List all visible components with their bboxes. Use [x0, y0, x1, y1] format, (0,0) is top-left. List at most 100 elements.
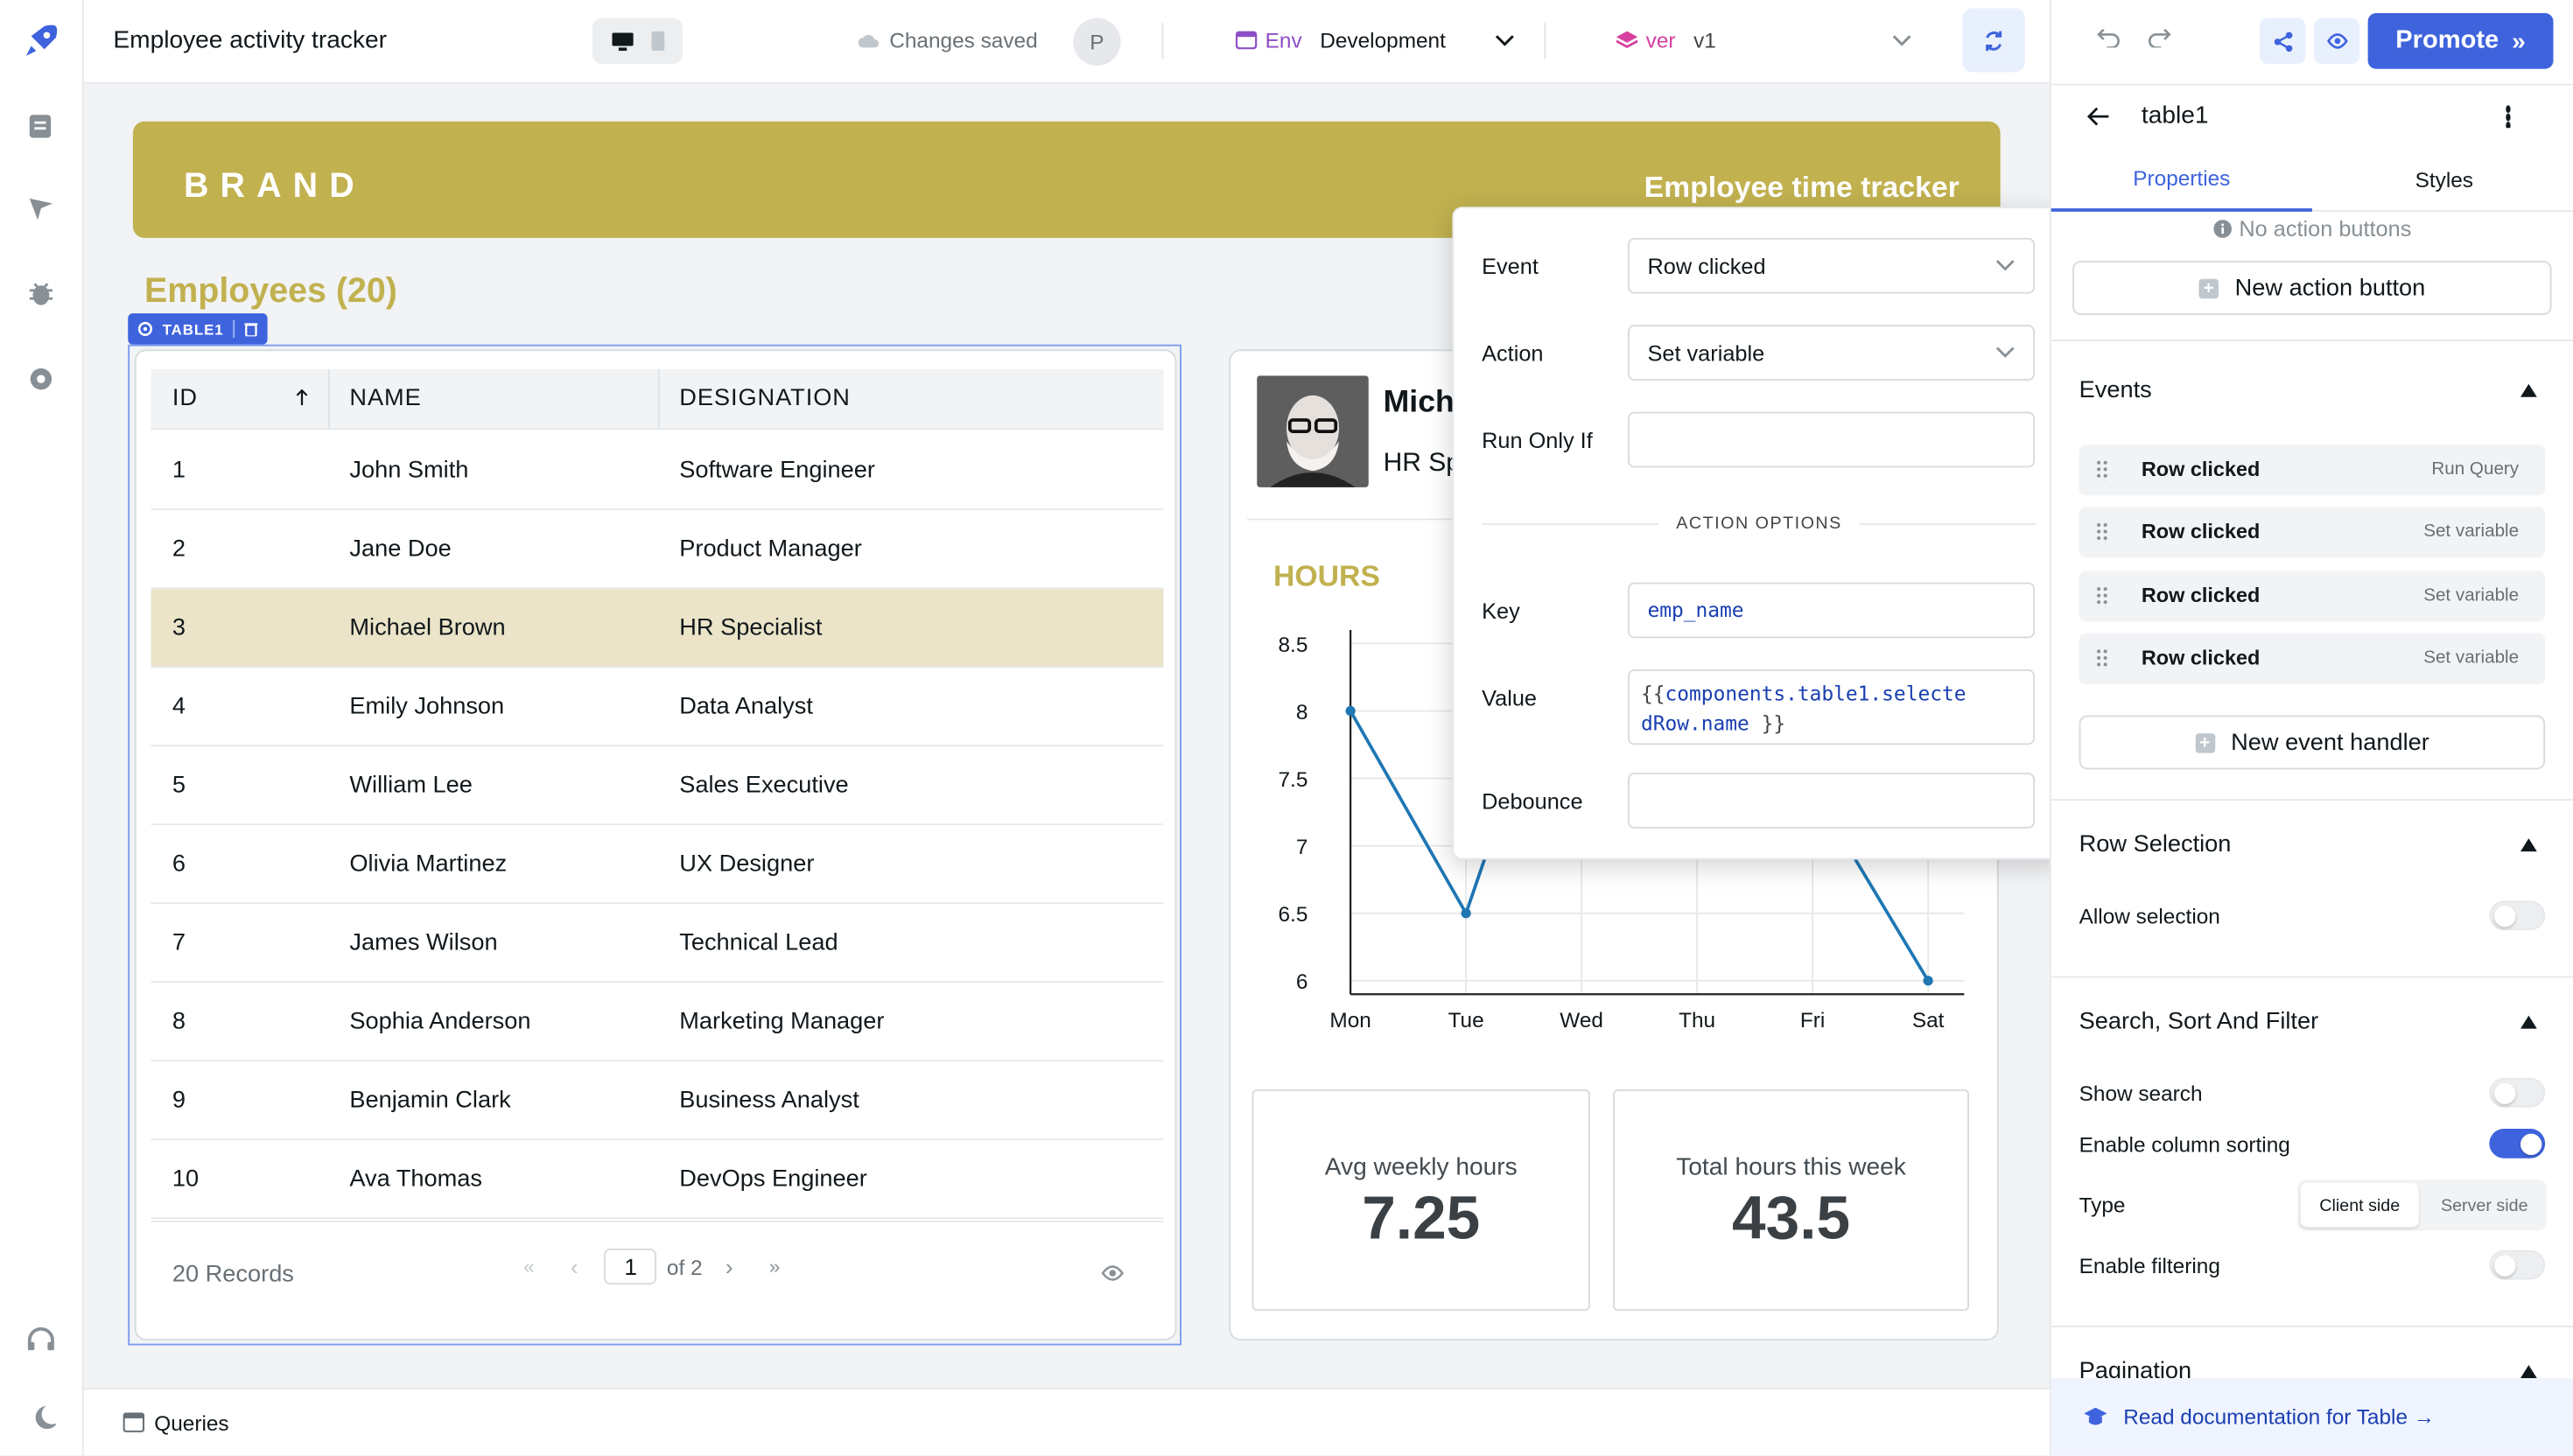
- sort-arrow-up-icon[interactable]: [296, 388, 309, 407]
- event-handler-row[interactable]: Row clicked Set variable: [2079, 633, 2546, 684]
- collapse-triangle-icon[interactable]: [2520, 1015, 2537, 1029]
- drag-handle-icon[interactable]: [2095, 459, 2109, 481]
- table-cell-id: 9: [172, 1087, 186, 1114]
- data-point[interactable]: [1923, 976, 1933, 986]
- rocket-logo-icon[interactable]: [21, 21, 60, 60]
- divider: [2051, 340, 2573, 341]
- comments-icon[interactable]: [21, 189, 60, 228]
- table-cell-designation: Marketing Manager: [679, 1008, 885, 1035]
- mobile-icon[interactable]: [650, 31, 664, 52]
- table-cell-name: William Lee: [349, 772, 473, 799]
- component-name[interactable]: table1: [2142, 102, 2209, 130]
- drag-handle-icon[interactable]: [2095, 648, 2109, 669]
- table-row[interactable]: 2 Jane Doe Product Manager: [151, 510, 1164, 590]
- y-tick-label: 6: [1296, 970, 1308, 994]
- table-row[interactable]: 7 James Wilson Technical Lead: [151, 904, 1164, 984]
- last-page-icon[interactable]: »: [769, 1255, 781, 1278]
- new-event-handler-button[interactable]: + New event handler: [2079, 715, 2546, 770]
- component-tag[interactable]: TABLE1: [128, 313, 269, 345]
- column-header-name[interactable]: NAME: [349, 369, 421, 429]
- tab-styles[interactable]: Styles: [2314, 146, 2573, 212]
- event-handler-row[interactable]: Row clicked Set variable: [2079, 570, 2546, 621]
- action-select[interactable]: Set variable: [1628, 325, 2035, 381]
- tab-properties[interactable]: Properties: [2051, 146, 2312, 212]
- table-row[interactable]: 3 Michael Brown HR Specialist: [151, 589, 1164, 668]
- new-event-handler-label: New event handler: [2231, 729, 2429, 756]
- redo-icon[interactable]: [2148, 28, 2171, 48]
- new-action-button-label: New action button: [2234, 275, 2426, 302]
- data-point[interactable]: [1345, 705, 1356, 717]
- enable-column-sorting-toggle[interactable]: [2489, 1129, 2546, 1158]
- employees-table[interactable]: ID NAME DESIGNATION 1 John Smith Software …: [134, 349, 1177, 1340]
- dark-mode-moon-icon[interactable]: [21, 1398, 60, 1438]
- preview-button[interactable]: [2313, 18, 2360, 65]
- enable-filtering-label: Enable filtering: [2079, 1253, 2220, 1278]
- share-button[interactable]: [2259, 18, 2306, 65]
- server-side-option[interactable]: Server side: [2425, 1183, 2543, 1228]
- user-avatar[interactable]: P: [1073, 18, 1121, 66]
- table-row[interactable]: 1 John Smith Software Engineer: [151, 431, 1164, 511]
- support-headset-icon[interactable]: [21, 1320, 60, 1360]
- table-row[interactable]: 9 Benjamin Clark Business Analyst: [151, 1061, 1164, 1141]
- run-only-if-input[interactable]: [1628, 411, 2035, 468]
- environment-selector[interactable]: Env Development: [1235, 28, 1515, 52]
- debugger-bug-icon[interactable]: [21, 274, 60, 313]
- event-handler-row[interactable]: Row clicked Set variable: [2079, 507, 2546, 559]
- hours-heading: HOURS: [1273, 559, 1380, 592]
- collapse-triangle-icon[interactable]: [2520, 1365, 2537, 1378]
- client-side-option[interactable]: Client side: [2300, 1182, 2419, 1228]
- table-row[interactable]: 4 Emily Johnson Data Analyst: [151, 668, 1164, 747]
- enable-filtering-toggle[interactable]: [2489, 1250, 2546, 1280]
- show-search-toggle[interactable]: [2489, 1077, 2546, 1108]
- debounce-input[interactable]: [1628, 773, 2035, 829]
- pages-icon[interactable]: [21, 107, 60, 146]
- back-arrow-icon[interactable]: [2087, 107, 2110, 127]
- table-cell-designation: Product Manager: [679, 536, 862, 563]
- new-action-button[interactable]: + New action button: [2072, 261, 2552, 315]
- table-row[interactable]: 5 William Lee Sales Executive: [151, 746, 1164, 826]
- refresh-button[interactable]: [1962, 8, 2025, 73]
- search-sort-filter-section-title[interactable]: Search, Sort And Filter: [2079, 1009, 2319, 1035]
- prev-page-icon[interactable]: ‹: [571, 1254, 578, 1280]
- collapse-triangle-icon[interactable]: [2520, 383, 2537, 397]
- next-page-icon[interactable]: ›: [726, 1254, 733, 1280]
- key-input[interactable]: emp_name: [1628, 582, 2035, 639]
- divider: [151, 1221, 1164, 1222]
- event-handler-row[interactable]: Row clicked Run Query: [2079, 444, 2546, 496]
- inspector-tabs: Properties Styles: [2051, 146, 2573, 212]
- table-cell-id: 3: [172, 614, 186, 641]
- collapse-triangle-icon[interactable]: [2520, 838, 2537, 852]
- read-docs-link[interactable]: Read documentation for Table →: [2051, 1378, 2573, 1456]
- column-visibility-eye-icon[interactable]: [1101, 1265, 1125, 1282]
- allow-selection-toggle[interactable]: [2489, 900, 2546, 931]
- undo-icon[interactable]: [2097, 28, 2120, 48]
- more-options-icon[interactable]: [2506, 105, 2511, 129]
- value-code-input[interactable]: {{components.table1.selecte dRow.name }}: [1628, 669, 2035, 746]
- column-header-id[interactable]: ID: [172, 369, 198, 429]
- event-select[interactable]: Row clicked: [1628, 237, 2035, 294]
- table-cell-id: 6: [172, 850, 186, 878]
- row-selection-section-title[interactable]: Row Selection: [2079, 832, 2232, 858]
- events-section-title[interactable]: Events: [2079, 377, 2152, 403]
- desktop-icon[interactable]: [611, 32, 633, 51]
- queries-bar[interactable]: Queries: [83, 1388, 2050, 1456]
- table-row[interactable]: 6 Olivia Martinez UX Designer: [151, 825, 1164, 905]
- version-selector[interactable]: ver v1: [1616, 28, 1912, 52]
- employees-heading[interactable]: Employees (20): [144, 272, 397, 312]
- table-cell-name: John Smith: [349, 457, 469, 484]
- data-point[interactable]: [1461, 908, 1471, 919]
- drag-handle-icon[interactable]: [2095, 522, 2109, 544]
- app-title[interactable]: Employee activity tracker: [113, 26, 387, 54]
- allow-selection-label: Allow selection: [2079, 904, 2220, 929]
- table-row[interactable]: 8 Sophia Anderson Marketing Manager: [151, 983, 1164, 1062]
- table-row[interactable]: 10 Ava Thomas DevOps Engineer: [151, 1140, 1164, 1220]
- column-header-designation[interactable]: DESIGNATION: [679, 369, 851, 429]
- settings-gear-icon[interactable]: [137, 321, 153, 337]
- drag-handle-icon[interactable]: [2095, 584, 2109, 606]
- settings-gear-icon[interactable]: [21, 360, 60, 399]
- first-page-icon[interactable]: «: [523, 1255, 535, 1278]
- device-toggle[interactable]: [592, 18, 683, 65]
- promote-button[interactable]: Promote »: [2367, 13, 2554, 69]
- page-input[interactable]: 1: [604, 1248, 657, 1285]
- delete-trash-icon[interactable]: [245, 322, 259, 337]
